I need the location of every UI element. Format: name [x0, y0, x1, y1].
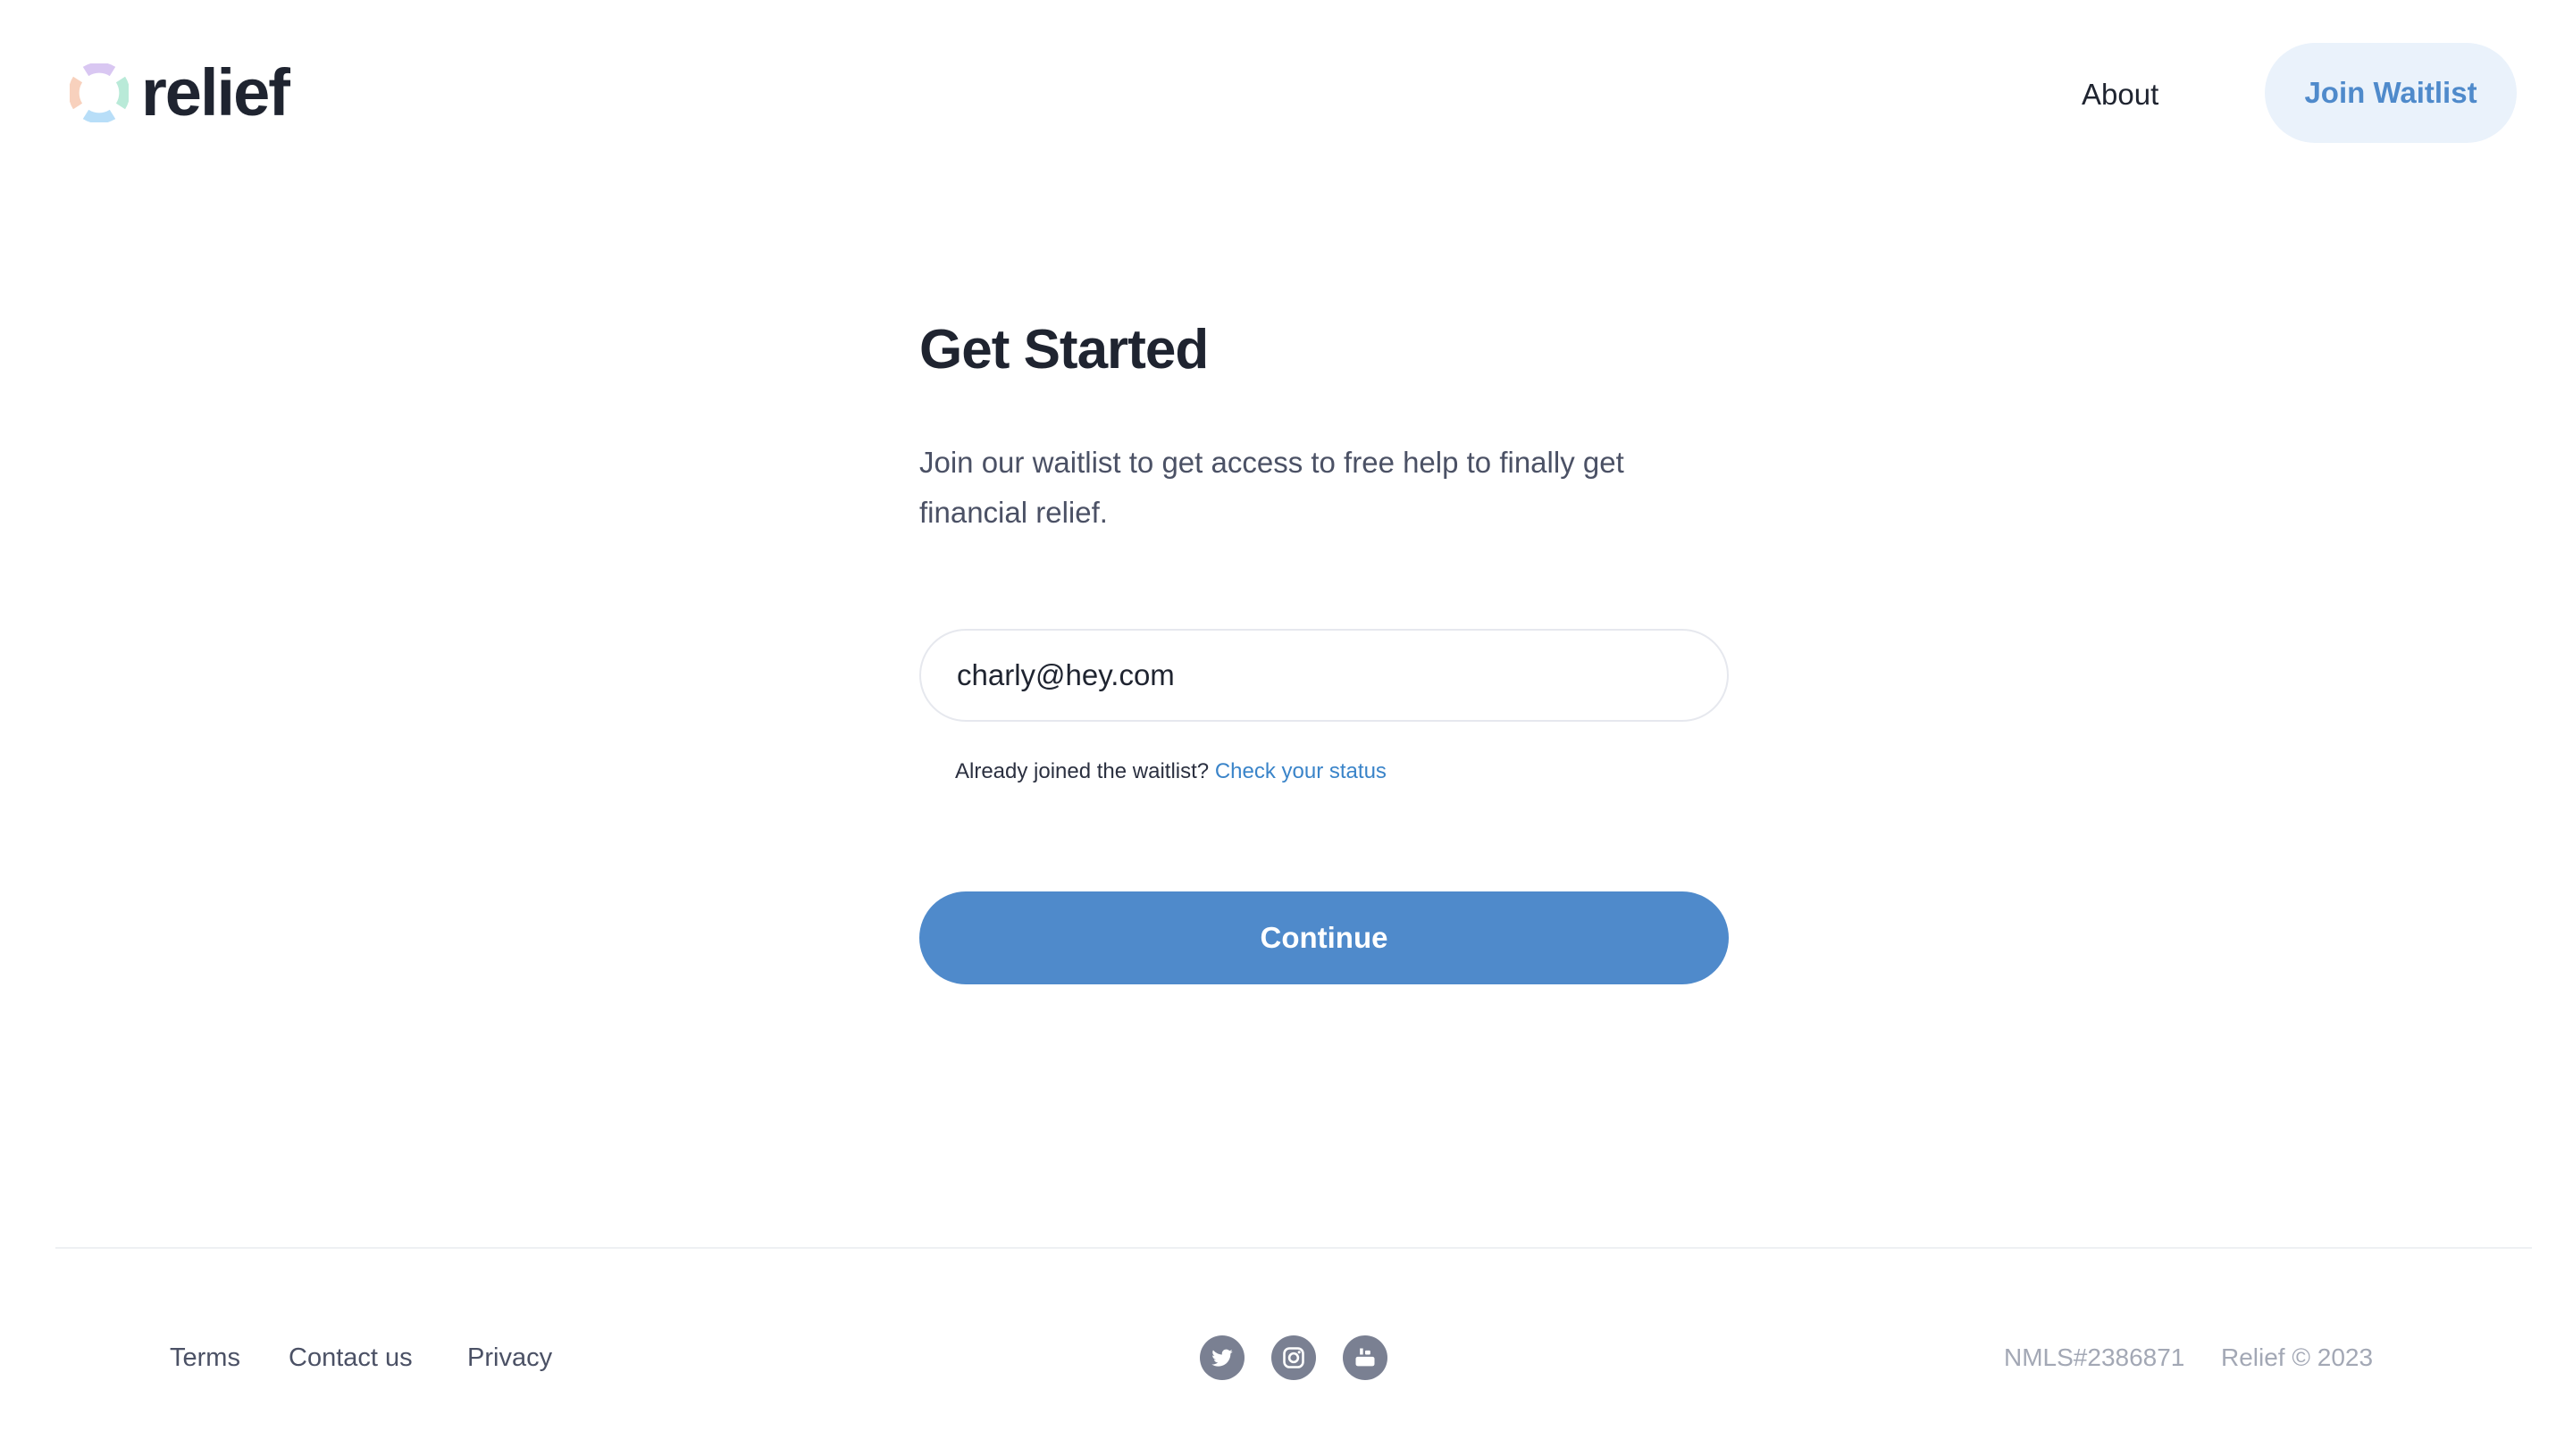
footer-terms-link[interactable]: Terms — [170, 1340, 240, 1376]
nmls-number: NMLS#2386871 — [2004, 1343, 2185, 1371]
status-row: Already joined the waitlist? Check your … — [955, 756, 1387, 788]
instagram-glyph — [1283, 1347, 1304, 1368]
page: relief About Join Waitlist Get Started J… — [0, 0, 2573, 1456]
youtube-icon[interactable] — [1343, 1335, 1387, 1380]
twitter-icon[interactable] — [1200, 1335, 1245, 1380]
status-prompt: Already joined the waitlist? — [955, 759, 1210, 783]
footer-contact-link[interactable]: Contact us — [289, 1340, 413, 1376]
footer-privacy-link[interactable]: Privacy — [467, 1340, 552, 1376]
logo-text: relief — [141, 55, 290, 130]
footer-divider — [55, 1247, 2532, 1249]
page-title: Get Started — [919, 319, 1209, 381]
nav-about-link[interactable]: About — [2082, 68, 2158, 121]
email-field[interactable] — [919, 629, 1729, 722]
copyright: Relief © 2023 — [2221, 1343, 2374, 1371]
check-status-link[interactable]: Check your status — [1215, 759, 1387, 783]
logo[interactable]: relief — [70, 55, 290, 130]
lifebuoy-logo-icon — [70, 63, 129, 122]
instagram-icon[interactable] — [1271, 1335, 1316, 1380]
join-waitlist-button[interactable]: Join Waitlist — [2265, 43, 2517, 143]
page-subtitle: Join our waitlist to get access to free … — [919, 446, 1624, 529]
continue-button[interactable]: Continue — [919, 891, 1729, 984]
twitter-glyph — [1211, 1349, 1233, 1367]
youtube-glyph — [1355, 1348, 1375, 1367]
